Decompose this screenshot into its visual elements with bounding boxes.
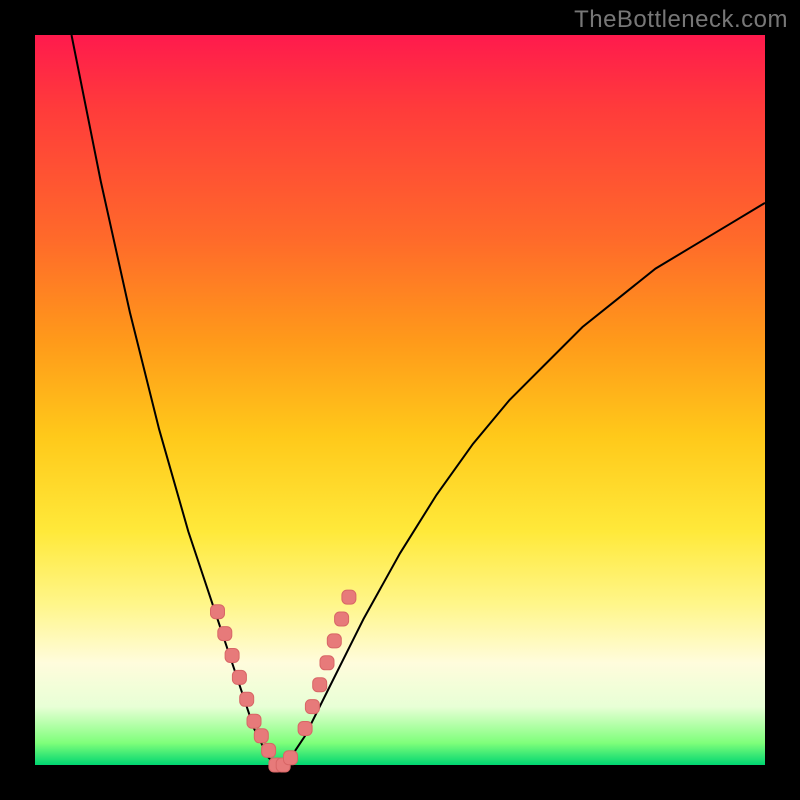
plot-area: [35, 35, 765, 765]
watermark-text: TheBottleneck.com: [574, 6, 788, 34]
marker-point: [305, 700, 319, 714]
marker-point: [218, 627, 232, 641]
marker-point: [254, 729, 268, 743]
chart-frame: TheBottleneck.com: [0, 0, 800, 800]
marker-point: [240, 692, 254, 706]
marker-point: [211, 605, 225, 619]
marker-point: [284, 751, 298, 765]
marker-point: [320, 656, 334, 670]
bottleneck-curve: [72, 35, 766, 765]
marker-point: [327, 634, 341, 648]
marker-point: [335, 612, 349, 626]
marker-point: [232, 670, 246, 684]
chart-svg: [35, 35, 765, 765]
marker-point: [225, 649, 239, 663]
markers-group: [211, 590, 356, 772]
marker-point: [247, 714, 261, 728]
marker-point: [313, 678, 327, 692]
marker-point: [342, 590, 356, 604]
marker-point: [298, 722, 312, 736]
marker-point: [262, 743, 276, 757]
